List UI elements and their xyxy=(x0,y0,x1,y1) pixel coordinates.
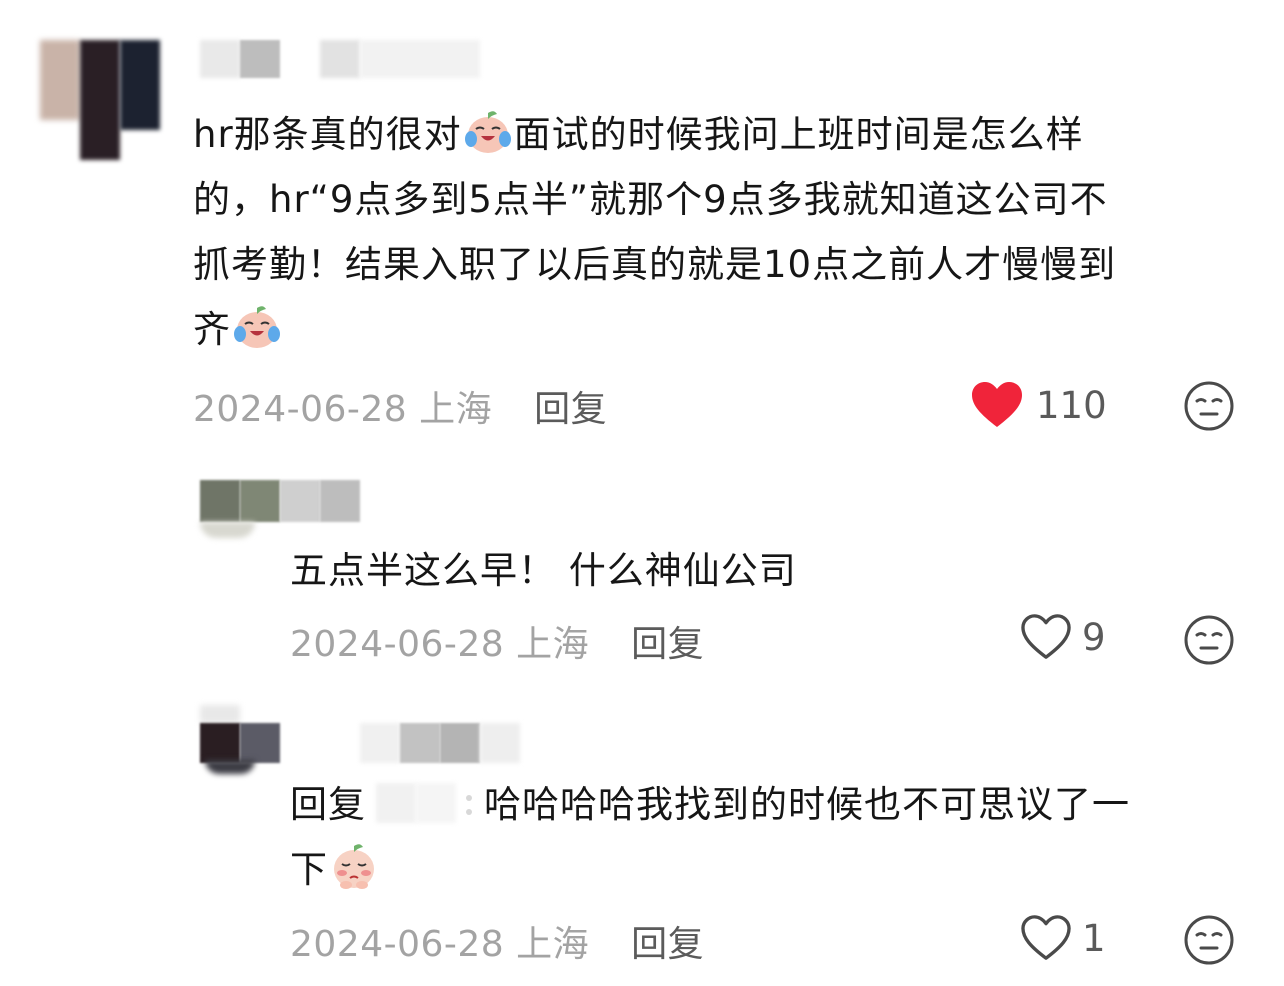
comment-body: hr那条真的很对 面试的时候我问上班时间是怎么样 的，hr“9点多到5点半”就那… xyxy=(193,102,1253,362)
neutral-face-icon[interactable] xyxy=(1183,380,1235,432)
like-count: 110 xyxy=(1036,383,1107,427)
heart-icon xyxy=(972,382,1022,427)
comment-meta: 2024-06-28 上海 回复 xyxy=(290,615,704,667)
crying-laughing-peach-emoji xyxy=(464,111,511,153)
comment-location: 上海 xyxy=(516,624,590,665)
comment-date: 2024-06-28 xyxy=(193,389,408,430)
like-count: 1 xyxy=(1082,916,1106,960)
reply-button[interactable]: 回复 xyxy=(534,389,607,430)
comment-date: 2024-06-28 xyxy=(290,924,505,965)
reply-prefix: 回复 xyxy=(290,783,366,826)
like-button[interactable]: 9 xyxy=(1020,613,1106,661)
mentioned-user[interactable] xyxy=(366,783,484,823)
comment-body: 五点半这么早！ 什么神仙公司 xyxy=(290,549,797,592)
comment-text-line: 的，hr“9点多到5点半”就那个9点多我就知道这公司不 xyxy=(193,178,1108,221)
like-button[interactable]: 1 xyxy=(1020,914,1106,962)
comment-text-part: 哈哈哈哈我找到的时候也不可思议了一 xyxy=(484,783,1130,826)
comment-text-line: 抓考勤！结果入职了以后真的就是10点之前人才慢慢到 xyxy=(193,243,1117,286)
comment-meta: 2024-06-28 上海 回复 xyxy=(193,380,607,432)
reply-button[interactable]: 回复 xyxy=(631,924,704,965)
comment-text-part: 面试的时候我问上班时间是怎么样 xyxy=(513,113,1084,156)
comment-location: 上海 xyxy=(419,389,493,430)
neutral-face-icon[interactable] xyxy=(1183,914,1235,966)
neutral-face-icon[interactable] xyxy=(1183,614,1235,666)
like-button[interactable]: 110 xyxy=(970,380,1107,430)
comment-thread: hr那条真的很对 面试的时候我问上班时间是怎么样 的，hr“9点多到5点半”就那… xyxy=(0,0,1284,986)
comment-meta: 2024-06-28 上海 回复 xyxy=(290,915,704,967)
comment-body: 回复 哈哈哈哈我找到的时候也不可思议了一 下 xyxy=(290,772,1250,902)
comment-date: 2024-06-28 xyxy=(290,624,505,665)
comment-text-part: 下 xyxy=(290,848,328,891)
heart-icon xyxy=(1021,915,1071,960)
reply-button[interactable]: 回复 xyxy=(631,624,704,665)
like-count: 9 xyxy=(1082,615,1106,659)
comment-text-part: 齐 xyxy=(193,308,231,351)
heart-icon xyxy=(1021,614,1071,659)
comment-location: 上海 xyxy=(516,924,590,965)
shy-peach-emoji xyxy=(334,844,374,889)
comment-text-part: hr那条真的很对 xyxy=(193,113,462,156)
crying-laughing-peach-emoji xyxy=(234,306,280,348)
